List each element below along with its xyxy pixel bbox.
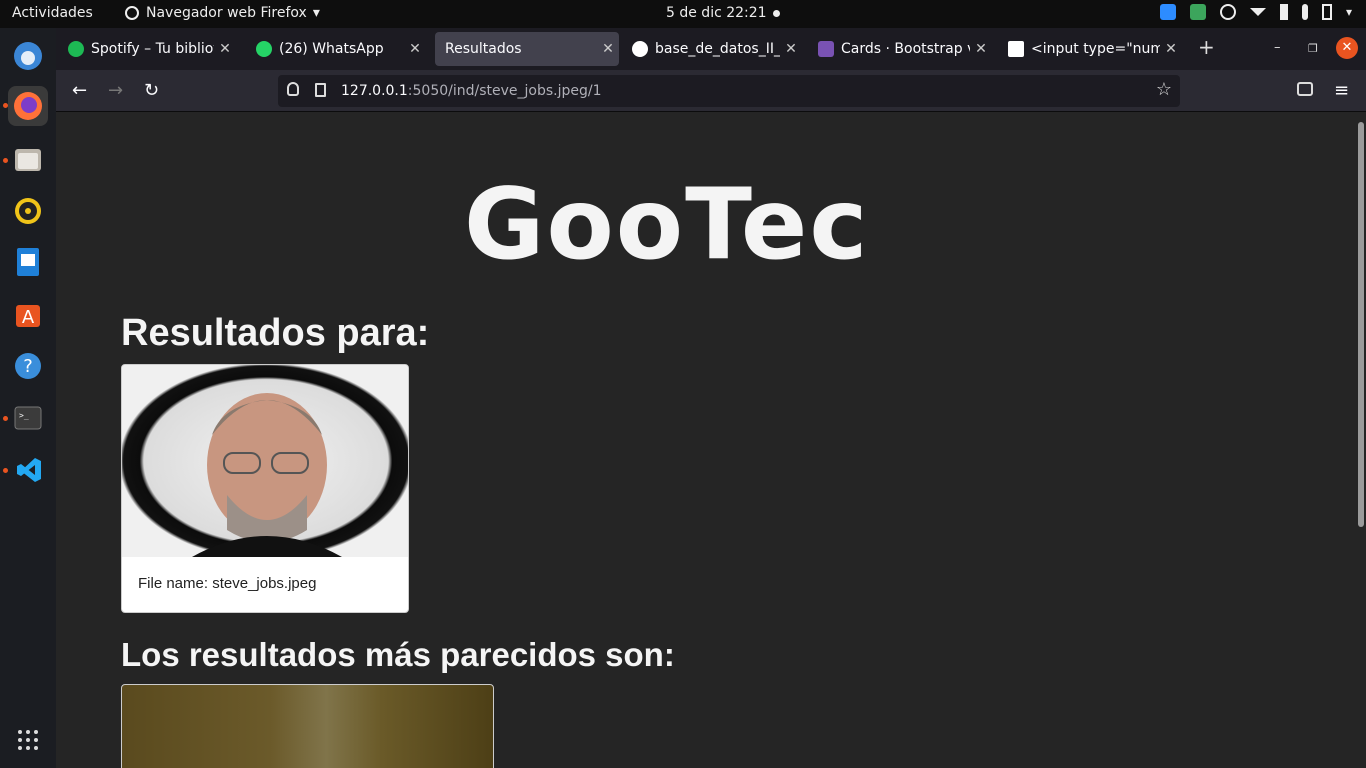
microphone-icon[interactable] xyxy=(1301,4,1308,20)
svg-text:>_: >_ xyxy=(19,411,29,420)
page-scrollbar[interactable] xyxy=(1354,112,1366,768)
terminal-icon[interactable]: >_ xyxy=(8,398,48,438)
url-text[interactable]: 127.0.0.1:5050/ind/steve_jobs.jpeg/1 xyxy=(341,83,602,99)
svg-text:?: ? xyxy=(23,356,33,377)
reload-icon[interactable]: ↻ xyxy=(144,80,159,101)
system-top-bar: Actividades Navegador web Firefox ▾ 5 de… xyxy=(0,0,1366,28)
app-menu-label: Navegador web Firefox xyxy=(146,5,307,21)
forward-arrow-icon[interactable]: → xyxy=(108,80,123,101)
tab-label: base_de_datos_II_p xyxy=(655,41,780,57)
dock: A ? >_ xyxy=(0,28,56,768)
close-icon[interactable]: ✕ xyxy=(970,41,992,57)
volume-icon[interactable] xyxy=(1279,4,1288,20)
close-icon[interactable]: ✕ xyxy=(1160,41,1182,57)
svg-text:A: A xyxy=(22,307,35,328)
tab-label: <input type="numb xyxy=(1031,41,1160,57)
files-icon[interactable] xyxy=(8,140,48,180)
whatsapp-icon xyxy=(256,41,272,57)
shield-icon[interactable] xyxy=(1189,4,1206,20)
shield-icon[interactable] xyxy=(287,82,299,96)
close-icon[interactable]: ✕ xyxy=(780,41,802,57)
software-center-icon[interactable]: A xyxy=(8,294,48,334)
running-indicator-icon xyxy=(3,416,8,421)
mdn-icon xyxy=(1008,41,1024,57)
minimize-icon[interactable]: – xyxy=(1274,40,1281,55)
bookmark-star-icon[interactable]: ☆ xyxy=(1156,79,1172,100)
tab-strip: Spotify – Tu biblioteca ✕ (26) WhatsApp … xyxy=(56,28,1366,70)
tab-label: Resultados xyxy=(445,41,522,57)
app-menu[interactable]: Navegador web Firefox ▾ xyxy=(124,5,320,21)
tab-bootstrap[interactable]: Cards · Bootstrap v5 ✕ xyxy=(808,32,992,66)
tab-input-number[interactable]: <input type="numb ✕ xyxy=(998,32,1182,66)
close-icon[interactable]: ✕ xyxy=(214,41,236,57)
firefox-icon xyxy=(125,6,139,20)
tab-github[interactable]: base_de_datos_II_p ✕ xyxy=(622,32,802,66)
bootstrap-icon xyxy=(818,41,834,57)
restore-icon[interactable]: ❐ xyxy=(1308,42,1318,55)
new-tab-plus-icon[interactable]: + xyxy=(1198,35,1215,59)
navigation-toolbar: ← → ↻ 127.0.0.1:5050/ind/steve_jobs.jpeg… xyxy=(56,70,1366,112)
running-indicator-icon xyxy=(3,103,8,108)
scrollbar-thumb[interactable] xyxy=(1358,122,1364,527)
rhythmbox-icon[interactable] xyxy=(8,191,48,231)
show-apps-grid-icon[interactable] xyxy=(8,720,48,760)
url-host: 127.0.0.1 xyxy=(341,83,408,99)
query-image xyxy=(122,365,408,557)
activities-button[interactable]: Actividades xyxy=(12,5,93,21)
tab-resultados[interactable]: Resultados ✕ xyxy=(435,32,619,66)
battery-icon[interactable] xyxy=(1321,4,1332,20)
running-indicator-icon xyxy=(3,468,8,473)
tab-label: Cards · Bootstrap v5 xyxy=(841,41,970,57)
page-icon xyxy=(315,83,326,97)
chevron-down-icon: ▾ xyxy=(312,5,320,21)
libreoffice-writer-icon[interactable] xyxy=(8,242,48,282)
pocket-icon[interactable] xyxy=(1297,82,1313,96)
page-content: GooTec Resultados para: File name: steve… xyxy=(56,112,1354,768)
similar-results-heading: Los resultados más parecidos son: xyxy=(121,636,675,673)
wifi-icon[interactable] xyxy=(1249,8,1266,16)
close-window-icon[interactable]: ✕ xyxy=(1336,37,1358,59)
close-icon[interactable]: ✕ xyxy=(404,41,426,57)
clock[interactable]: 5 de dic 22:21 xyxy=(666,5,767,21)
system-tray[interactable]: ▾ xyxy=(1159,4,1352,20)
tab-label: Spotify – Tu biblioteca xyxy=(91,41,214,57)
close-icon[interactable]: ✕ xyxy=(597,41,619,57)
similar-result-card[interactable] xyxy=(121,684,494,768)
zoom-icon[interactable] xyxy=(1159,4,1176,20)
firefox-icon[interactable] xyxy=(8,86,48,126)
site-logo: GooTec xyxy=(464,168,870,282)
url-path: :5050/ind/steve_jobs.jpeg/1 xyxy=(407,83,602,99)
tab-label: (26) WhatsApp xyxy=(279,41,384,57)
query-image-card: File name: steve_jobs.jpeg xyxy=(121,364,409,613)
chevron-down-icon[interactable]: ▾ xyxy=(1346,5,1352,19)
tab-spotify[interactable]: Spotify – Tu biblioteca ✕ xyxy=(58,32,236,66)
portrait-photo xyxy=(192,393,342,557)
vscode-icon[interactable] xyxy=(8,450,48,490)
results-heading: Resultados para: xyxy=(121,312,430,354)
help-icon[interactable]: ? xyxy=(8,346,48,386)
thunderbird-icon[interactable] xyxy=(8,36,48,76)
github-icon xyxy=(632,41,648,57)
running-indicator-icon xyxy=(3,158,8,163)
spotify-icon xyxy=(68,41,84,57)
menu-hamburger-icon[interactable]: ≡ xyxy=(1334,80,1349,101)
notification-dot-icon xyxy=(773,10,780,17)
file-name-caption: File name: steve_jobs.jpeg xyxy=(138,575,317,592)
brightness-icon[interactable] xyxy=(1219,4,1236,20)
tab-whatsapp[interactable]: (26) WhatsApp ✕ xyxy=(246,32,426,66)
address-bar[interactable]: 127.0.0.1:5050/ind/steve_jobs.jpeg/1 ☆ xyxy=(278,75,1180,107)
back-arrow-icon[interactable]: ← xyxy=(72,80,87,101)
